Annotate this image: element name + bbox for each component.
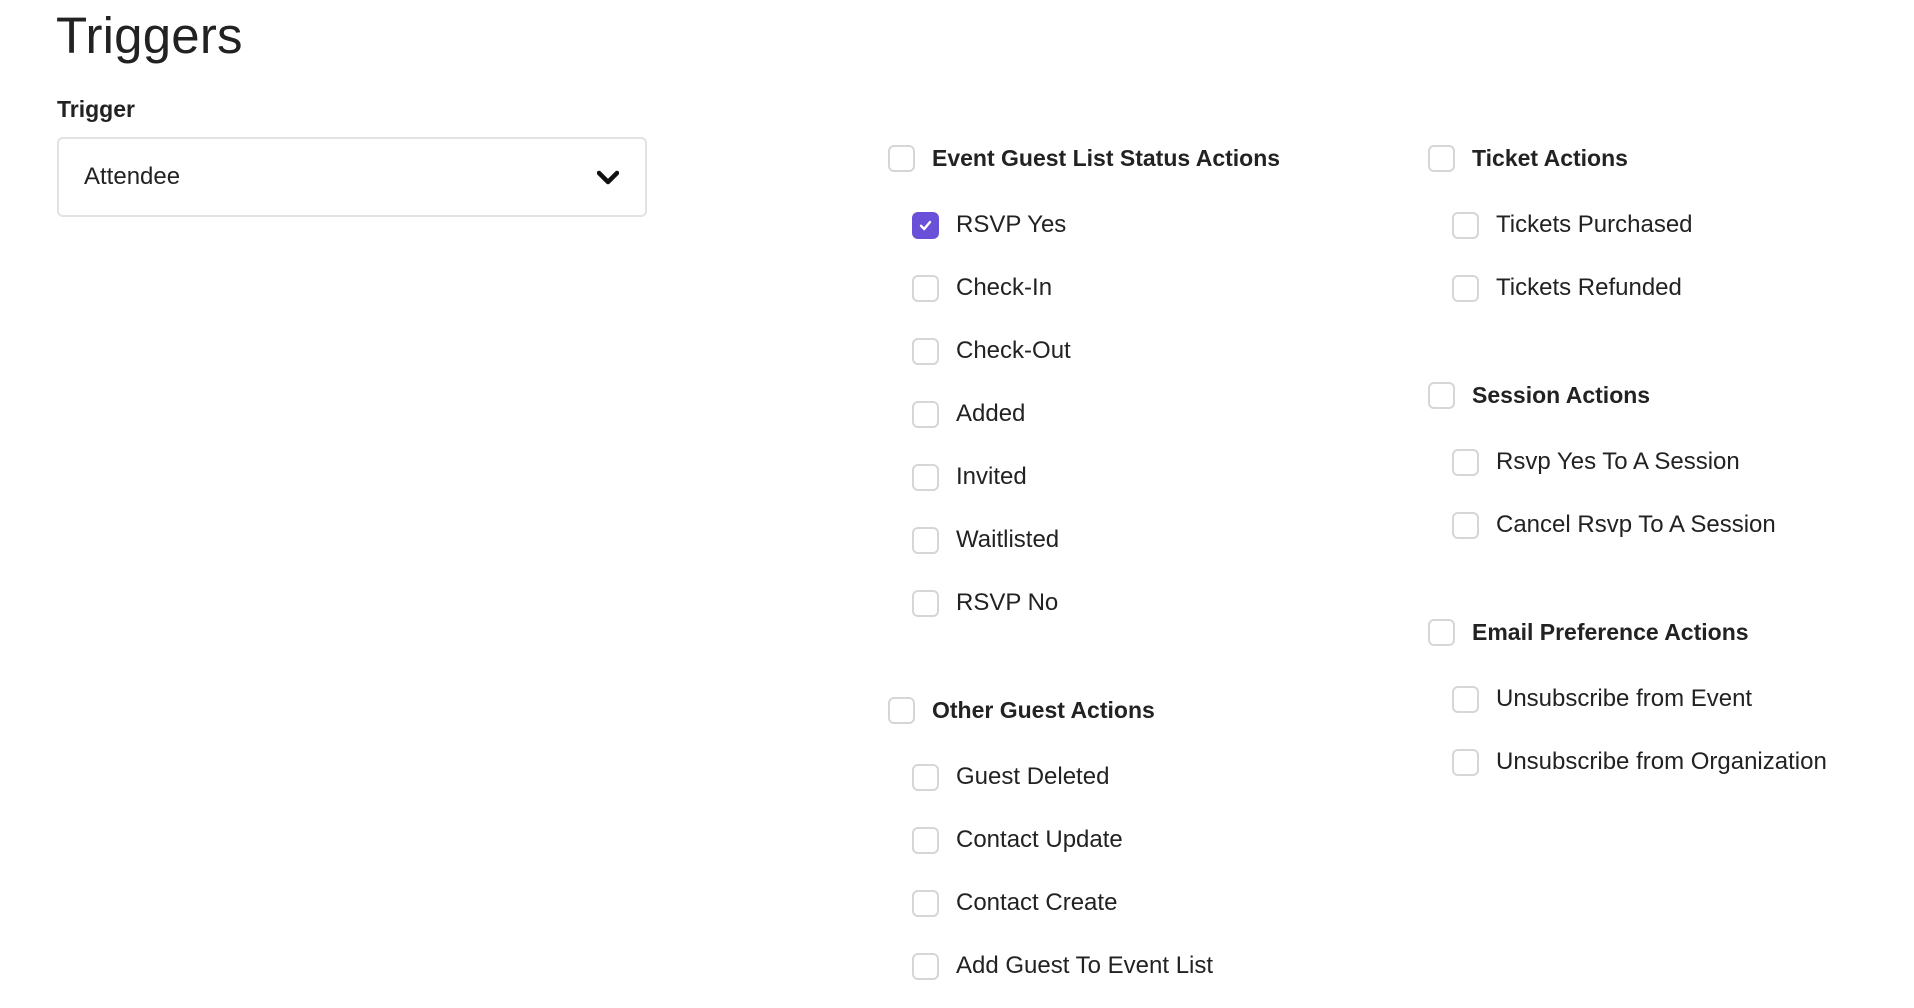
- trigger-option-tickets-refunded[interactable]: Tickets Refunded: [1452, 268, 1693, 308]
- trigger-option-contact-create[interactable]: Contact Create: [912, 883, 1213, 923]
- group-session: Session Actions Rsvp Yes To A Session Ca…: [1428, 375, 1776, 545]
- group-checkbox-email-preference[interactable]: [1428, 618, 1455, 646]
- page-title: Triggers: [56, 7, 243, 64]
- trigger-option-invited[interactable]: Invited: [912, 457, 1280, 497]
- option-checkbox[interactable]: [1452, 211, 1479, 239]
- option-checkbox[interactable]: [912, 763, 939, 791]
- option-label: RSVP No: [956, 589, 1059, 616]
- group-checkbox-event-guest-list-status[interactable]: [888, 144, 915, 172]
- option-label: Tickets Purchased: [1496, 211, 1693, 238]
- group-email-preference: Email Preference Actions Unsubscribe fro…: [1428, 612, 1827, 782]
- trigger-option-check-in[interactable]: Check-In: [912, 268, 1280, 308]
- option-label: Guest Deleted: [956, 763, 1110, 790]
- option-label: Invited: [956, 463, 1027, 490]
- trigger-option-unsubscribe-from-organization[interactable]: Unsubscribe from Organization: [1452, 742, 1827, 782]
- group-checkbox-session[interactable]: [1428, 381, 1455, 409]
- trigger-option-tickets-purchased[interactable]: Tickets Purchased: [1452, 205, 1693, 245]
- group-title: Event Guest List Status Actions: [932, 145, 1281, 171]
- group-other-guest: Other Guest Actions Guest Deleted Contac…: [888, 690, 1213, 986]
- group-title: Email Preference Actions: [1472, 619, 1749, 645]
- option-label: RSVP Yes: [956, 211, 1067, 238]
- option-checkbox[interactable]: [1452, 685, 1479, 713]
- option-checkbox[interactable]: [912, 274, 939, 302]
- group-title: Other Guest Actions: [932, 697, 1155, 723]
- option-label: Add Guest To Event List: [956, 952, 1214, 979]
- option-checkbox[interactable]: [1452, 274, 1479, 302]
- chevron-down-icon: [596, 166, 620, 188]
- trigger-option-contact-update[interactable]: Contact Update: [912, 820, 1213, 860]
- option-checkbox[interactable]: [1452, 748, 1479, 776]
- option-checkbox[interactable]: [912, 337, 939, 365]
- group-title: Session Actions: [1472, 382, 1651, 408]
- option-label: Check-In: [956, 274, 1053, 301]
- option-label: Waitlisted: [956, 526, 1060, 553]
- trigger-option-guest-deleted[interactable]: Guest Deleted: [912, 757, 1213, 797]
- trigger-select[interactable]: Attendee: [57, 137, 647, 217]
- option-checkbox[interactable]: [912, 400, 939, 428]
- option-checkbox[interactable]: [1452, 448, 1479, 476]
- option-checkbox[interactable]: [912, 211, 939, 239]
- option-checkbox[interactable]: [912, 526, 939, 554]
- option-label: Cancel Rsvp To A Session: [1496, 511, 1776, 538]
- trigger-select-value: Attendee: [84, 163, 181, 190]
- group-event-guest-list-status: Event Guest List Status Actions RSVP Yes…: [888, 138, 1280, 623]
- option-label: Tickets Refunded: [1496, 274, 1682, 301]
- option-label: Contact Create: [956, 889, 1118, 916]
- trigger-option-waitlisted[interactable]: Waitlisted: [912, 520, 1280, 560]
- checkmark-icon: [919, 220, 932, 230]
- option-checkbox[interactable]: [1452, 511, 1479, 539]
- group-checkbox-ticket[interactable]: [1428, 144, 1455, 172]
- trigger-option-rsvp-yes-to-a-session[interactable]: Rsvp Yes To A Session: [1452, 442, 1776, 482]
- option-checkbox[interactable]: [912, 889, 939, 917]
- option-label: Rsvp Yes To A Session: [1496, 448, 1740, 475]
- trigger-option-rsvp-no[interactable]: RSVP No: [912, 583, 1280, 623]
- option-checkbox[interactable]: [912, 463, 939, 491]
- trigger-option-rsvp-yes[interactable]: RSVP Yes: [912, 205, 1280, 245]
- group-ticket: Ticket Actions Tickets Purchased Tickets…: [1428, 138, 1693, 308]
- trigger-option-added[interactable]: Added: [912, 394, 1280, 434]
- trigger-option-unsubscribe-from-event[interactable]: Unsubscribe from Event: [1452, 679, 1827, 719]
- trigger-option-cancel-rsvp-to-a-session[interactable]: Cancel Rsvp To A Session: [1452, 505, 1776, 545]
- group-checkbox-other-guest[interactable]: [888, 696, 915, 724]
- option-checkbox[interactable]: [912, 826, 939, 854]
- option-label: Added: [956, 400, 1026, 427]
- trigger-option-check-out[interactable]: Check-Out: [912, 331, 1280, 371]
- group-title: Ticket Actions: [1472, 145, 1628, 171]
- option-checkbox[interactable]: [912, 952, 939, 980]
- option-label: Unsubscribe from Event: [1496, 685, 1753, 712]
- option-label: Contact Update: [956, 826, 1123, 853]
- option-checkbox[interactable]: [912, 589, 939, 617]
- trigger-label: Trigger: [57, 96, 135, 122]
- option-label: Check-Out: [956, 337, 1071, 364]
- option-label: Unsubscribe from Organization: [1496, 748, 1827, 775]
- trigger-option-add-guest-to-event-list[interactable]: Add Guest To Event List: [912, 946, 1213, 986]
